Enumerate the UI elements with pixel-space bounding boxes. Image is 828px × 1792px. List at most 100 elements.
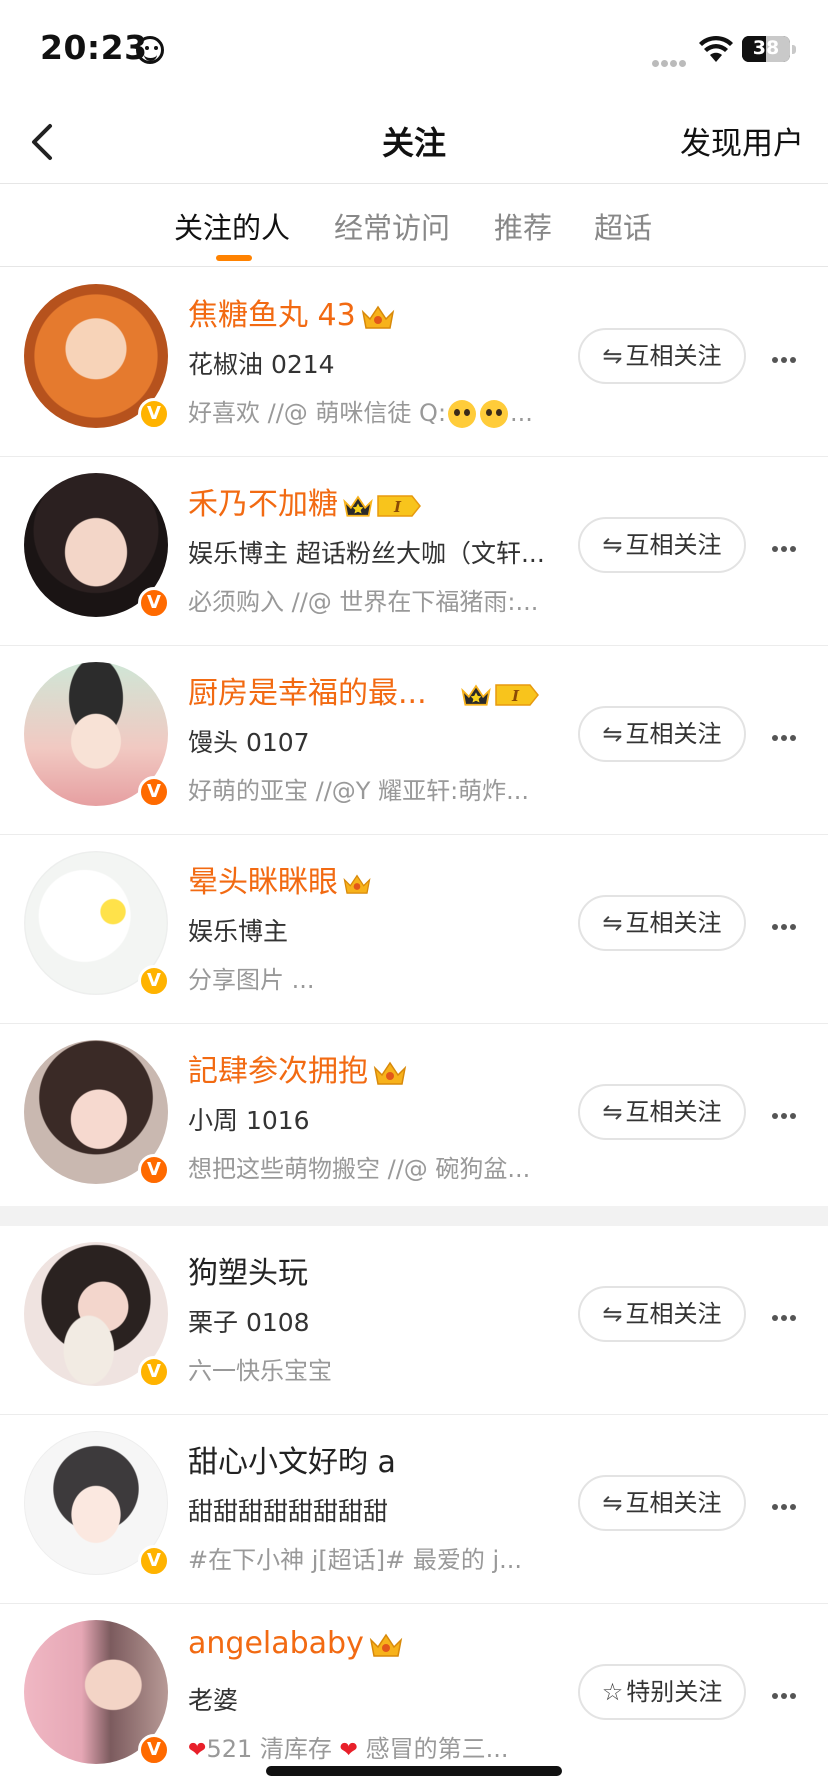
list-item[interactable]: V angelababy 老婆 ❤521 清库存 ❤ 感冒的第三... ☆ 特别关…	[0, 1604, 828, 1792]
list-item[interactable]: V 晕头眯眯眼 娱乐博主 分享图片 ... ⇋ 互相关注	[0, 835, 828, 1024]
level-text: I	[511, 687, 520, 705]
user-description: 栗子 0108	[188, 1308, 310, 1337]
tab-super-topic[interactable]: 超话	[594, 205, 652, 247]
latest-post-suffix: 感冒的第三...	[365, 1735, 509, 1763]
list-item[interactable]: V 記肆参次拥抱 小周 1016 想把这些萌物搬空 //@ 碗狗盆... ⇋ 互相…	[0, 1024, 828, 1213]
follow-button-label: 互相关注	[625, 720, 722, 748]
follow-button-label: 特别关注	[626, 1678, 723, 1706]
crown-icon	[343, 874, 371, 894]
tab-following[interactable]: 关注的人	[174, 205, 290, 247]
verified-badge: V	[138, 1154, 170, 1186]
follow-button-label: 互相关注	[625, 531, 722, 559]
user-description: 花椒油 0214	[188, 350, 335, 379]
crown-icon	[373, 1061, 407, 1085]
more-options-icon[interactable]	[772, 1684, 802, 1699]
follow-button-label: 互相关注	[625, 1098, 722, 1126]
mutual-follow-button[interactable]: ⇋ 互相关注	[578, 706, 746, 762]
more-options-icon[interactable]	[772, 537, 802, 552]
more-options-icon[interactable]	[772, 1306, 802, 1321]
battery-icon: 38	[742, 36, 790, 62]
user-name[interactable]: 禾乃不加糖 I	[188, 479, 422, 523]
mutual-follow-button[interactable]: ⇋ 互相关注	[578, 1475, 746, 1531]
tab-frequent[interactable]: 经常访问	[334, 205, 450, 247]
heart-icon: ❤	[339, 1738, 358, 1763]
mutual-follow-button[interactable]: ⇋ 互相关注	[578, 328, 746, 384]
user-latest-post: 好喜欢 //@ 萌咪信徒 Q:...	[188, 393, 550, 428]
star-icon: ☆	[601, 1678, 624, 1706]
mutual-follow-button[interactable]: ⇋ 互相关注	[578, 1084, 746, 1140]
crown-icon	[361, 305, 394, 329]
more-options-icon[interactable]	[772, 1495, 802, 1510]
verified-badge: V	[138, 776, 170, 808]
follow-button-label: 互相关注	[625, 1489, 722, 1517]
pleading-emoji-icon	[448, 400, 477, 428]
level-badge-icon: I	[495, 683, 539, 706]
mutual-follow-icon: ⇋	[602, 720, 623, 748]
user-latest-post: 必须购入 //@ 世界在下福猪雨:...	[188, 588, 539, 616]
mutual-follow-icon: ⇋	[602, 531, 623, 559]
user-name-text: 焦糖鱼丸 43	[188, 298, 356, 333]
user-name[interactable]: 狗塑头玩	[188, 1248, 308, 1292]
follow-button-label: 互相关注	[625, 342, 722, 370]
pleading-emoji-icon	[480, 400, 509, 428]
tab-active-indicator	[216, 255, 252, 261]
mutual-follow-button[interactable]: ⇋ 互相关注	[578, 895, 746, 951]
tab-recommended[interactable]: 推荐	[494, 205, 552, 247]
user-name[interactable]: 晕头眯眯眼	[188, 857, 372, 901]
more-options-icon[interactable]	[772, 348, 802, 363]
mutual-follow-icon: ⇋	[602, 1489, 623, 1517]
user-name[interactable]: 焦糖鱼丸 43	[188, 290, 396, 334]
latest-post-text: 521 清库存	[206, 1735, 332, 1763]
user-description: 馒头 0107	[188, 728, 310, 757]
list-item[interactable]: V 厨房是幸福的最... I 馒头 0107 好萌的亚宝 //@Y 耀亚轩:萌炸.…	[0, 646, 828, 835]
level-badge-icon: I	[377, 494, 421, 517]
crown-icon	[343, 495, 373, 517]
user-name[interactable]: angelababy	[188, 1626, 404, 1661]
list-item[interactable]: V 焦糖鱼丸 43 花椒油 0214 好喜欢 //@ 萌咪信徒 Q:... ⇋ 互…	[0, 268, 828, 457]
user-latest-post: 想把这些萌物搬空 //@ 碗狗盆...	[188, 1155, 531, 1183]
signal-icon	[652, 52, 688, 71]
special-follow-button[interactable]: ☆ 特别关注	[578, 1664, 746, 1720]
level-text: I	[393, 498, 402, 516]
user-latest-post: 分享图片 ...	[188, 966, 315, 994]
verified-badge: V	[138, 1734, 170, 1766]
mutual-follow-icon: ⇋	[602, 1098, 623, 1126]
more-options-icon[interactable]	[772, 915, 802, 930]
verified-badge: V	[138, 587, 170, 619]
user-name-text: 記肆参次拥抱	[188, 1054, 368, 1089]
section-divider	[0, 1206, 828, 1226]
mutual-follow-icon: ⇋	[602, 342, 623, 370]
mutual-follow-icon: ⇋	[602, 909, 623, 937]
user-latest-post: #在下小神 j[超话]# 最爱的 j...	[188, 1546, 523, 1574]
mutual-follow-button[interactable]: ⇋ 互相关注	[578, 1286, 746, 1342]
verified-badge: V	[138, 398, 170, 430]
mutual-follow-icon: ⇋	[602, 1300, 623, 1328]
mutual-follow-button[interactable]: ⇋ 互相关注	[578, 517, 746, 573]
user-name[interactable]: 厨房是幸福的最... I	[188, 668, 540, 712]
nav-bar: 关注 发现用户	[0, 100, 828, 184]
verified-badge: V	[138, 965, 170, 997]
user-description: 小周 1016	[188, 1106, 310, 1135]
user-description: 甜甜甜甜甜甜甜甜	[188, 1497, 389, 1526]
user-name[interactable]: 甜心小文好昀 a	[188, 1437, 396, 1481]
status-time: 20:23	[40, 28, 148, 67]
list-item[interactable]: V 甜心小文好昀 a 甜甜甜甜甜甜甜甜 #在下小神 j[超话]# 最爱的 j..…	[0, 1415, 828, 1604]
user-latest-post: 好萌的亚宝 //@Y 耀亚轩:萌炸...	[188, 777, 530, 805]
discover-users-button[interactable]: 发现用户	[680, 118, 804, 163]
list-item[interactable]: V 禾乃不加糖 I 娱乐博主 超话粉丝大咖（文轩... 必须购入 //@ 世界在下…	[0, 457, 828, 646]
more-options-icon[interactable]	[772, 726, 802, 741]
verified-badge: V	[138, 1545, 170, 1577]
more-options-icon[interactable]	[772, 1104, 802, 1119]
user-name-text: 晕头眯眯眼	[188, 865, 338, 900]
battery-level: 38	[752, 37, 780, 59]
latest-post-suffix: ...	[510, 399, 533, 427]
user-description: 老婆	[188, 1686, 239, 1715]
smiley-icon	[136, 36, 164, 64]
user-name[interactable]: 記肆参次拥抱	[188, 1046, 408, 1090]
list-item[interactable]: V 狗塑头玩 栗子 0108 六一快乐宝宝 ⇋ 互相关注	[0, 1226, 828, 1415]
home-indicator[interactable]	[266, 1766, 562, 1776]
tab-bar: 关注的人 经常访问 推荐 超话	[0, 185, 828, 267]
latest-post-text: 好喜欢 //@ 萌咪信徒 Q:	[188, 399, 447, 427]
crown-icon	[369, 1633, 403, 1657]
status-bar: 20:23 38	[0, 0, 828, 100]
